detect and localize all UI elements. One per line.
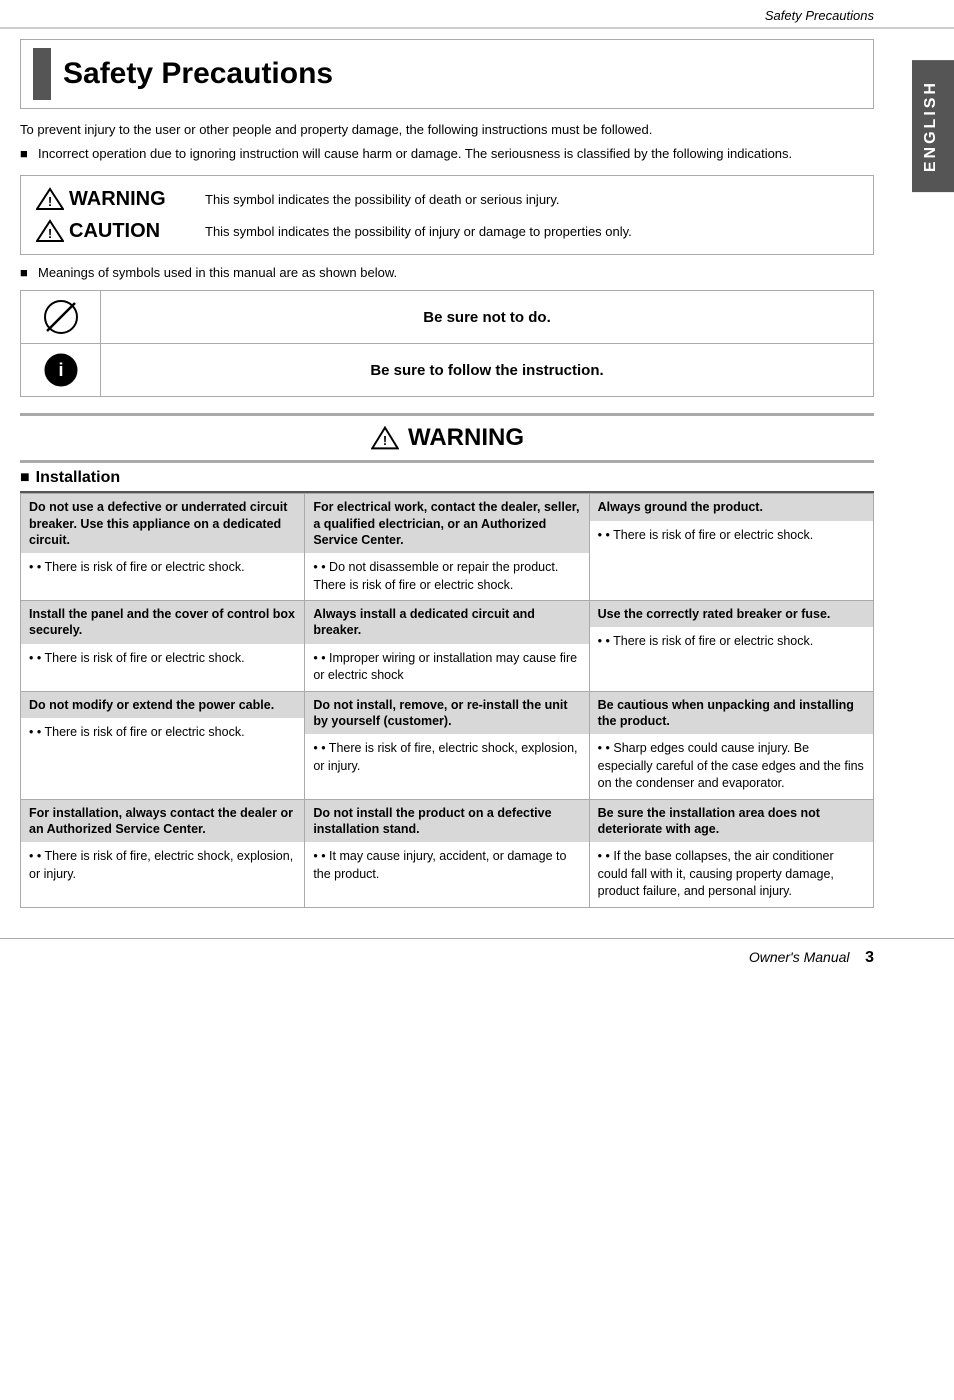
- main-content: Safety Precautions To prevent injury to …: [0, 29, 954, 928]
- warning-triangle-icon: !: [35, 186, 65, 212]
- grid-cell-body-7: • There is risk of fire, electric shock,…: [305, 734, 588, 781]
- grid-cell-body-8: • Sharp edges could cause injury. Be esp…: [590, 734, 873, 799]
- top-header: Safety Precautions: [0, 0, 954, 29]
- language-label: ENGLISH: [922, 80, 939, 172]
- grid-cell-2: Always ground the product. • There is ri…: [590, 494, 874, 601]
- grid-cell-title-8: Be cautious when unpacking and installin…: [590, 692, 873, 735]
- grid-cell-title-3: Install the panel and the cover of contr…: [21, 601, 304, 644]
- grid-cell-3: Install the panel and the cover of contr…: [21, 601, 305, 692]
- footer-label: Owner's Manual: [749, 949, 850, 965]
- grid-cell-6: Do not modify or extend the power cable.…: [21, 692, 305, 800]
- grid-cell-title-6: Do not modify or extend the power cable.: [21, 692, 304, 718]
- big-warning-icon: !: [370, 425, 400, 451]
- big-warning-banner: ! WARNING: [20, 413, 874, 463]
- grid-cell-5: Use the correctly rated breaker or fuse.…: [590, 601, 874, 692]
- grid-cell-body-5: • There is risk of fire or electric shoc…: [590, 627, 873, 657]
- grid-cell-title-7: Do not install, remove, or re-install th…: [305, 692, 588, 735]
- grid-cell-title-0: Do not use a defective or underrated cir…: [21, 494, 304, 553]
- page-container: Safety Precautions ENGLISH Safety Precau…: [0, 0, 954, 1400]
- grid-cell-title-10: Do not install the product on a defectiv…: [305, 800, 588, 843]
- warning-label: ! WARNING: [35, 186, 195, 212]
- grid-cell-body-1: • Do not disassemble or repair the produ…: [305, 553, 588, 600]
- title-bar-decoration: [33, 48, 51, 100]
- symbol-text-1: Be sure to follow the instruction.: [101, 344, 873, 396]
- intro-bullet: Incorrect operation due to ignoring inst…: [20, 145, 874, 163]
- symbol-icon-no: [21, 291, 101, 343]
- caution-text: CAUTION: [69, 220, 160, 243]
- caution-description: This symbol indicates the possibility of…: [205, 224, 632, 239]
- svg-text:!: !: [383, 434, 387, 449]
- grid-cell-4: Always install a dedicated circuit and b…: [305, 601, 589, 692]
- grid-cell-body-3: • There is risk of fire or electric shoc…: [21, 644, 304, 674]
- caution-row: ! CAUTION This symbol indicates the poss…: [35, 218, 859, 244]
- grid-cell-title-1: For electrical work, contact the dealer,…: [305, 494, 588, 553]
- warning-description: This symbol indicates the possibility of…: [205, 192, 560, 207]
- footer: Owner's Manual 3: [0, 938, 954, 975]
- grid-cell-body-6: • There is risk of fire or electric shoc…: [21, 718, 304, 748]
- symbols-note: Meanings of symbols used in this manual …: [20, 265, 874, 280]
- caution-triangle-icon: !: [35, 218, 65, 244]
- grid-cell-8: Be cautious when unpacking and installin…: [590, 692, 874, 800]
- symbol-text-0: Be sure not to do.: [101, 291, 873, 343]
- section-heading-installation: Installation: [20, 463, 874, 493]
- svg-text:!: !: [48, 226, 52, 241]
- right-language-tab: ENGLISH: [912, 60, 954, 192]
- footer-page-number: 3: [865, 949, 874, 966]
- page-title: Safety Precautions: [63, 57, 333, 91]
- grid-cell-9: For installation, always contact the dea…: [21, 800, 305, 908]
- grid-cell-body-10: • It may cause injury, accident, or dama…: [305, 842, 588, 889]
- symbol-row-1: i Be sure to follow the instruction.: [21, 344, 873, 396]
- grid-cell-body-9: • There is risk of fire, electric shock,…: [21, 842, 304, 889]
- grid-cell-body-0: • There is risk of fire or electric shoc…: [21, 553, 304, 583]
- grid-cell-title-5: Use the correctly rated breaker or fuse.: [590, 601, 873, 627]
- grid-cell-0: Do not use a defective or underrated cir…: [21, 494, 305, 601]
- grid-cell-1: For electrical work, contact the dealer,…: [305, 494, 589, 601]
- warning-text: WARNING: [69, 188, 166, 211]
- header-title: Safety Precautions: [765, 8, 874, 23]
- big-warning-text: WARNING: [408, 424, 524, 452]
- warning-grid: Do not use a defective or underrated cir…: [20, 493, 874, 907]
- grid-cell-title-9: For installation, always contact the dea…: [21, 800, 304, 843]
- grid-cell-body-2: • There is risk of fire or electric shoc…: [590, 521, 873, 551]
- warning-row: ! WARNING This symbol indicates the poss…: [35, 186, 859, 212]
- grid-cell-10: Do not install the product on a defectiv…: [305, 800, 589, 908]
- grid-cell-title-11: Be sure the installation area does not d…: [590, 800, 873, 843]
- intro-text: To prevent injury to the user or other p…: [20, 121, 874, 139]
- grid-cell-title-2: Always ground the product.: [590, 494, 873, 520]
- section-heading-text: Installation: [36, 469, 120, 487]
- warning-caution-box: ! WARNING This symbol indicates the poss…: [20, 175, 874, 255]
- title-block: Safety Precautions: [20, 39, 874, 109]
- svg-text:i: i: [58, 360, 63, 380]
- svg-text:!: !: [48, 194, 52, 209]
- symbol-icon-follow: i: [21, 344, 101, 396]
- grid-cell-11: Be sure the installation area does not d…: [590, 800, 874, 908]
- symbol-row-0: Be sure not to do.: [21, 291, 873, 344]
- symbols-table: Be sure not to do. i Be sure to follow t…: [20, 290, 874, 397]
- grid-cell-7: Do not install, remove, or re-install th…: [305, 692, 589, 800]
- caution-label: ! CAUTION: [35, 218, 195, 244]
- grid-cell-title-4: Always install a dedicated circuit and b…: [305, 601, 588, 644]
- grid-cell-body-4: • Improper wiring or installation may ca…: [305, 644, 588, 691]
- grid-cell-body-11: • If the base collapses, the air conditi…: [590, 842, 873, 907]
